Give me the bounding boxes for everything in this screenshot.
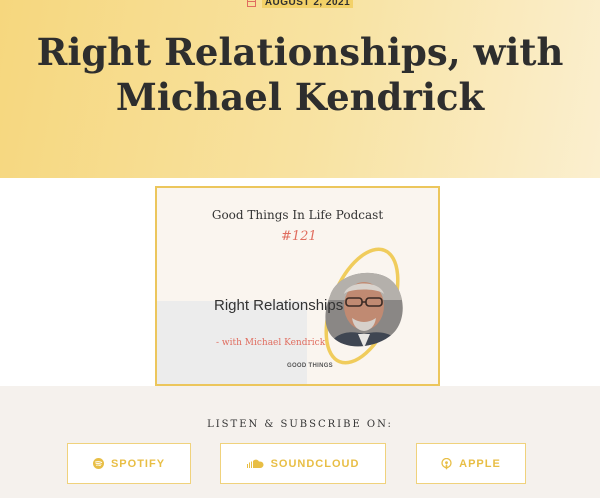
soundcloud-button-label: SOUNDCLOUD <box>270 457 360 470</box>
post-date-text: AUGUST 2, 2021 <box>261 0 354 8</box>
hero-header: AUGUST 2, 2021 Right Relationships, with… <box>0 0 600 178</box>
cover-brand-logo: GOOD THINGS <box>287 363 333 369</box>
apple-podcasts-button-label: APPLE <box>459 457 501 470</box>
apple-podcasts-icon <box>441 457 452 469</box>
apple-podcasts-button[interactable]: APPLE <box>416 443 526 484</box>
spotify-icon <box>92 458 104 469</box>
calendar-icon <box>246 0 256 7</box>
cover-podcast-name: Good Things In Life Podcast <box>211 208 384 222</box>
cover-guest-line: - with Michael Kendrick <box>216 338 326 348</box>
soundcloud-button[interactable]: SOUNDCLOUD <box>220 443 386 484</box>
podcast-cover-image: Good Things In Life Podcast #121 Right R… <box>155 186 440 386</box>
soundcloud-icon <box>246 459 264 468</box>
cover-title: Right Relationships <box>214 297 344 314</box>
subscribe-heading: LISTEN & SUBSCRIBE ON: <box>207 419 393 430</box>
spotify-button-label: SPOTIFY <box>110 457 166 470</box>
page-title: Right Relationships, with Michael Kendri… <box>36 30 564 119</box>
subscribe-section: LISTEN & SUBSCRIBE ON: SPOTIFY SOUNDCLOU… <box>0 386 600 498</box>
spotify-button[interactable]: SPOTIFY <box>67 443 191 484</box>
post-date: AUGUST 2, 2021 <box>0 0 600 8</box>
